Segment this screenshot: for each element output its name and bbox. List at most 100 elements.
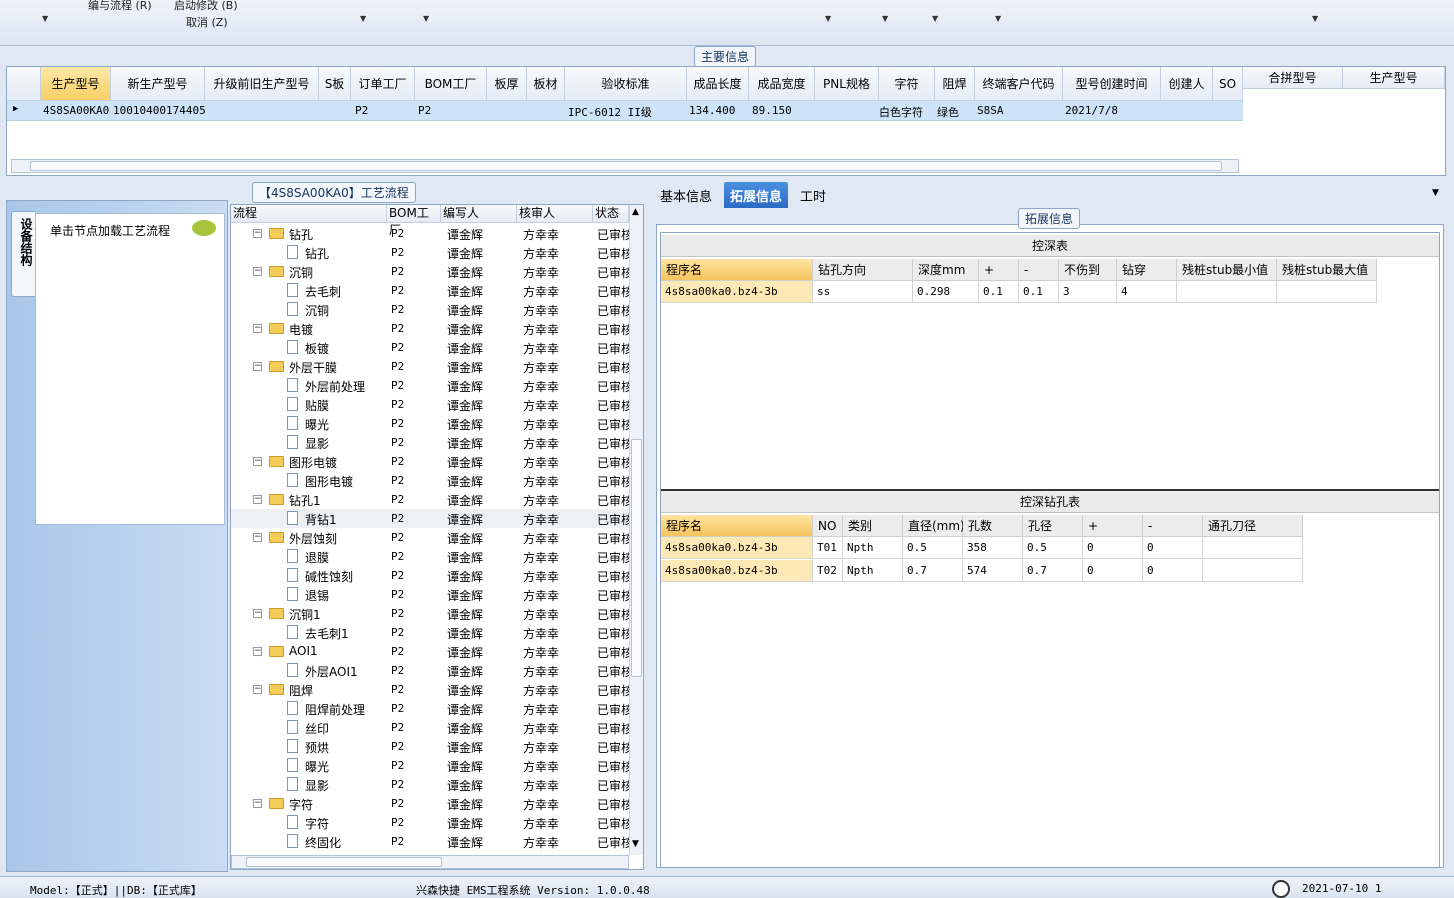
flow-step-name[interactable]: 外层干膜	[289, 359, 337, 376]
tree-row[interactable]: − 钻孔 P2 谭金辉 方幸幸 已审核	[231, 224, 629, 243]
tree-row[interactable]: 去毛刺 P2 谭金辉 方幸幸 已审核	[231, 281, 629, 300]
depth-cell[interactable]: 0.1	[1019, 281, 1059, 303]
cell-standard[interactable]: IPC-6012 II级	[568, 104, 652, 120]
flow-step-name[interactable]: 外层前处理	[305, 378, 365, 395]
col-header[interactable]: 订单工厂	[351, 67, 415, 101]
flow-step-name[interactable]: 曝光	[305, 758, 329, 775]
menu-edit-flow[interactable]: 编与流程 (R)	[88, 0, 152, 13]
depth-cell[interactable]: 0.1	[979, 281, 1019, 303]
flow-step-name[interactable]: 沉铜1	[289, 606, 321, 623]
hole-cell[interactable]: 4s8sa00ka0.bz4-3b	[661, 537, 813, 559]
cell-created[interactable]: 2021/7/8	[1065, 104, 1118, 117]
hole-cell[interactable]: T02	[813, 560, 843, 582]
cell-solder[interactable]: 绿色	[937, 104, 959, 120]
tree-row[interactable]: 去毛刺1 P2 谭金辉 方幸幸 已审核	[231, 623, 629, 642]
tree-row[interactable]: 背钻1 P2 谭金辉 方幸幸 已审核	[231, 509, 629, 528]
hole-cell[interactable]: 358	[963, 537, 1023, 559]
col-header[interactable]: 流程	[231, 205, 387, 223]
flow-step-name[interactable]: 阻焊前处理	[305, 701, 365, 718]
hole-cell[interactable]: 574	[963, 560, 1023, 582]
col-header[interactable]: 验收标准	[565, 67, 687, 101]
hole-col-header[interactable]: 通孔刀径	[1203, 515, 1303, 537]
col-header[interactable]: 创建人	[1161, 67, 1213, 101]
tree-row[interactable]: 贴膜 P2 谭金辉 方幸幸 已审核	[231, 395, 629, 414]
table-row[interactable]: ▶ 4S8SA00KA0 10010400174405 P2 P2 IPC-60…	[7, 101, 1243, 121]
tree-row[interactable]: 退锡 P2 谭金辉 方幸幸 已审核	[231, 585, 629, 604]
dropdown-arrow-icon[interactable]: ▼	[932, 14, 938, 23]
depth-col-header[interactable]: 残桩stub最大值	[1277, 259, 1377, 281]
flow-step-name[interactable]: 贴膜	[305, 397, 329, 414]
dropdown-arrow-icon[interactable]: ▼	[360, 14, 366, 23]
flow-step-name[interactable]: 字符	[305, 815, 329, 832]
depth-col-header[interactable]: -	[1019, 259, 1059, 281]
flow-step-name[interactable]: AOI1	[289, 644, 318, 658]
tree-row[interactable]: 碱性蚀刻 P2 谭金辉 方幸幸 已审核	[231, 566, 629, 585]
hole-col-header[interactable]: +	[1083, 515, 1143, 537]
cell-new-model[interactable]: 10010400174405	[113, 104, 206, 117]
flow-step-name[interactable]: 退膜	[305, 549, 329, 566]
col-header[interactable]: SO	[1213, 67, 1243, 101]
tree-row[interactable]: 外层AOI1 P2 谭金辉 方幸幸 已审核	[231, 661, 629, 680]
flow-step-name[interactable]: 沉铜	[305, 302, 329, 319]
dropdown-arrow-icon[interactable]: ▼	[1312, 14, 1318, 23]
scrollbar-thumb[interactable]	[631, 439, 642, 677]
menu-cancel[interactable]: 取消 (Z)	[186, 14, 228, 30]
horizontal-scrollbar[interactable]	[11, 159, 1239, 173]
col-header[interactable]: BOM工厂	[387, 205, 441, 237]
col-header[interactable]: BOM工厂	[415, 67, 487, 101]
tree-row[interactable]: 外层前处理 P2 谭金辉 方幸幸 已审核	[231, 376, 629, 395]
menu-start-modify[interactable]: 启动修改 (B)	[174, 0, 238, 13]
col-header[interactable]: 板材	[527, 67, 565, 101]
depth-col-header[interactable]: 钻穿	[1117, 259, 1177, 281]
tree-row[interactable]: 显影 P2 谭金辉 方幸幸 已审核	[231, 433, 629, 452]
flow-step-name[interactable]: 图形电镀	[289, 454, 337, 471]
hole-cell[interactable]	[1203, 560, 1303, 582]
col-header[interactable]: 升级前旧生产型号	[205, 67, 319, 101]
col-header[interactable]: 生产型号	[41, 67, 111, 101]
hole-col-header[interactable]: 孔数	[963, 515, 1023, 537]
tree-row[interactable]: 阻焊前处理 P2 谭金辉 方幸幸 已审核	[231, 699, 629, 718]
hole-cell[interactable]: Npth	[843, 560, 903, 582]
depth-col-header[interactable]: 残桩stub最小值	[1177, 259, 1277, 281]
hole-col-header[interactable]: 直径(mm)	[903, 515, 965, 537]
hole-cell[interactable]: 0	[1143, 537, 1203, 559]
dropdown-arrow-icon[interactable]: ▼	[825, 14, 831, 23]
tree-row[interactable]: 字符 P2 谭金辉 方幸幸 已审核	[231, 813, 629, 832]
col-header[interactable]: 终端客户代码	[975, 67, 1063, 101]
cell-width[interactable]: 89.150	[752, 104, 792, 117]
collapse-icon[interactable]: −	[253, 495, 262, 504]
hole-cell[interactable]: 0	[1083, 537, 1143, 559]
tree-row[interactable]: 曝光 P2 谭金辉 方幸幸 已审核	[231, 414, 629, 433]
cell-customer[interactable]: S8SA	[977, 104, 1004, 117]
flow-step-name[interactable]: 钻孔	[289, 226, 313, 243]
tree-row[interactable]: − 钻孔1 P2 谭金辉 方幸幸 已审核	[231, 490, 629, 509]
hole-cell[interactable]: 0	[1083, 560, 1143, 582]
flow-step-name[interactable]: 板镀	[305, 340, 329, 357]
col-header[interactable]: 字符	[879, 67, 935, 101]
cell-model[interactable]: 4S8SA00KA0	[43, 104, 109, 117]
flow-step-name[interactable]: 丝印	[305, 720, 329, 737]
dropdown-arrow-icon[interactable]: ▼	[423, 14, 429, 23]
flow-step-name[interactable]: 钻孔	[305, 245, 329, 262]
flow-step-name[interactable]: 外层蚀刻	[289, 530, 337, 547]
tree-row[interactable]: 沉铜 P2 谭金辉 方幸幸 已审核	[231, 300, 629, 319]
hole-col-header[interactable]: 孔径	[1023, 515, 1083, 537]
collapse-icon[interactable]: −	[253, 799, 262, 808]
tree-row[interactable]: − AOI1 P2 谭金辉 方幸幸 已审核	[231, 642, 629, 661]
tab-basic-info[interactable]: 基本信息	[654, 182, 718, 208]
cell-order-factory[interactable]: P2	[355, 104, 368, 117]
hole-cell[interactable]: Npth	[843, 537, 903, 559]
flow-step-name[interactable]: 碱性蚀刻	[305, 568, 353, 585]
tree-row[interactable]: − 阻焊 P2 谭金辉 方幸幸 已审核	[231, 680, 629, 699]
hole-cell[interactable]: 0.7	[903, 560, 963, 582]
flow-step-name[interactable]: 电镀	[289, 321, 313, 338]
flow-step-name[interactable]: 钻孔1	[289, 492, 321, 509]
hole-col-header[interactable]: NO	[813, 515, 843, 537]
flow-step-name[interactable]: 沉铜	[289, 264, 313, 281]
tree-row[interactable]: 预烘 P2 谭金辉 方幸幸 已审核	[231, 737, 629, 756]
tree-row[interactable]: − 图形电镀 P2 谭金辉 方幸幸 已审核	[231, 452, 629, 471]
tree-row[interactable]: 退膜 P2 谭金辉 方幸幸 已审核	[231, 547, 629, 566]
collapse-icon[interactable]: −	[253, 267, 262, 276]
hole-col-header[interactable]: -	[1143, 515, 1203, 537]
col-header[interactable]: 板厚	[487, 67, 527, 101]
